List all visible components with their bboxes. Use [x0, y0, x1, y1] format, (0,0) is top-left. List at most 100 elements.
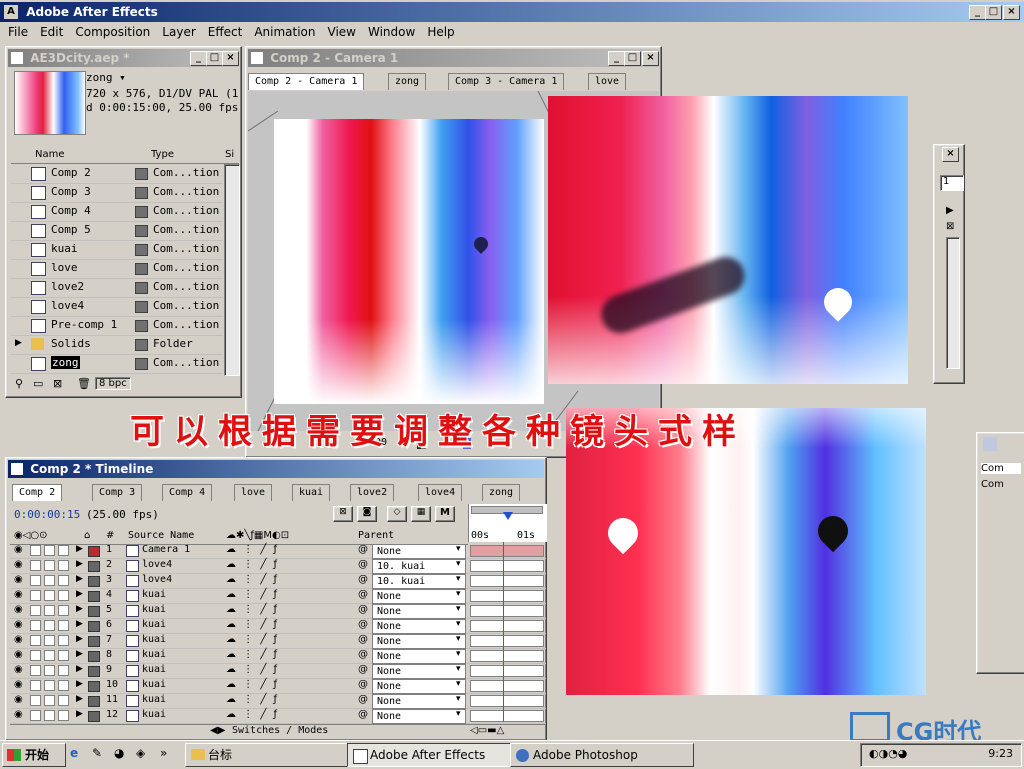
- expand-triangle-icon[interactable]: ▶: [76, 679, 83, 689]
- project-minimize-button[interactable]: _: [190, 51, 207, 66]
- audio-toggle[interactable]: [30, 680, 41, 691]
- project-scrollbar[interactable]: [224, 164, 240, 376]
- layer-row[interactable]: ◉ ▶ 8 kuai ☁ ⋮ ╱ ƒ @ None ▾: [10, 649, 546, 664]
- layer-row[interactable]: ◉ ▶ 1 Camera 1 ☁ ⋮ ╱ ƒ @ None ▾: [10, 544, 546, 559]
- audio-toggle[interactable]: [30, 545, 41, 556]
- audio-toggle[interactable]: [30, 605, 41, 616]
- audio-toggle[interactable]: [30, 650, 41, 661]
- bpc-toggle[interactable]: 8 bpc: [95, 377, 131, 390]
- frame-blend-icon[interactable]: ▦: [411, 506, 431, 522]
- parent-select[interactable]: None: [372, 634, 466, 649]
- switch-icons[interactable]: ☁ ⋮ ╱ ƒ: [226, 679, 279, 690]
- layer-duration-bar[interactable]: [470, 665, 544, 677]
- switch-icons[interactable]: ☁ ⋮ ╱ ƒ: [226, 649, 279, 660]
- layer-duration-bar[interactable]: [470, 695, 544, 707]
- eye-icon[interactable]: ◉: [14, 664, 23, 675]
- expand-triangle-icon[interactable]: ▶: [76, 589, 83, 599]
- menu-help[interactable]: Help: [421, 22, 460, 42]
- lock-toggle[interactable]: [58, 635, 69, 646]
- timeline-tab[interactable]: love: [234, 484, 273, 501]
- motion-blur-icon[interactable]: M: [435, 506, 455, 522]
- timeline-tab[interactable]: zong: [482, 484, 521, 501]
- side-close-button[interactable]: ×: [942, 147, 959, 162]
- layer-source-name[interactable]: kuai: [142, 709, 166, 720]
- viewer-tab[interactable]: Comp 3 - Camera 1: [448, 73, 565, 90]
- layer-duration-bar[interactable]: [470, 560, 544, 572]
- eye-icon[interactable]: ◉: [14, 589, 23, 600]
- timeline-tab[interactable]: love2: [350, 484, 395, 501]
- layer-source-name[interactable]: kuai: [142, 649, 166, 660]
- timeline-tab[interactable]: Comp 2: [12, 484, 63, 501]
- parent-pickwhip-icon[interactable]: @: [358, 559, 368, 570]
- lock-toggle[interactable]: [58, 590, 69, 601]
- quicklaunch-qq-icon[interactable]: ◕: [114, 741, 124, 765]
- layer-row[interactable]: ◉ ▶ 5 kuai ☁ ⋮ ╱ ƒ @ None ▾: [10, 604, 546, 619]
- layer-label-color[interactable]: [88, 681, 100, 692]
- parent-dropdown-icon[interactable]: ▾: [456, 619, 461, 629]
- solo-toggle[interactable]: [44, 620, 55, 631]
- expand-panel-icon[interactable]: ◀▶: [210, 725, 225, 736]
- parent-select[interactable]: 10. kuai: [372, 574, 466, 589]
- lock-toggle[interactable]: [58, 650, 69, 661]
- expand-triangle-icon[interactable]: ▶: [76, 544, 83, 554]
- solo-toggle[interactable]: [44, 710, 55, 721]
- parent-select[interactable]: None: [372, 604, 466, 619]
- layer-source-name[interactable]: kuai: [142, 634, 166, 645]
- source-name-header[interactable]: Source Name: [128, 530, 194, 541]
- parent-column-header[interactable]: Parent: [358, 530, 394, 541]
- parent-pickwhip-icon[interactable]: @: [358, 544, 368, 555]
- switch-icons[interactable]: ☁ ⋮ ╱ ƒ: [226, 544, 279, 555]
- switches-modes-toggle[interactable]: Switches / Modes: [232, 725, 328, 736]
- project-item[interactable]: kuai Com...tion: [11, 240, 223, 260]
- quicklaunch-ie-icon[interactable]: e: [70, 741, 78, 765]
- parent-dropdown-icon[interactable]: ▾: [456, 544, 461, 554]
- timeline-tab[interactable]: kuai: [292, 484, 331, 501]
- layer-row[interactable]: ◉ ▶ 3 love4 ☁ ⋮ ╱ ƒ @10. kuai ▾: [10, 574, 546, 589]
- menu-layer[interactable]: Layer: [156, 22, 201, 42]
- parent-select[interactable]: None: [372, 649, 466, 664]
- project-maximize-button[interactable]: □: [206, 51, 223, 66]
- expand-triangle-icon[interactable]: ▶: [15, 338, 22, 348]
- expand-triangle-icon[interactable]: ▶: [76, 634, 83, 644]
- solo-toggle[interactable]: [44, 560, 55, 571]
- layer-row[interactable]: ◉ ▶ 12 kuai ☁ ⋮ ╱ ƒ @ None ▾: [10, 709, 546, 724]
- audio-toggle[interactable]: [30, 635, 41, 646]
- quicklaunch-edit-icon[interactable]: ✎: [92, 741, 102, 765]
- menu-composition[interactable]: Composition: [69, 22, 156, 42]
- expand-triangle-icon[interactable]: ▶: [76, 664, 83, 674]
- quicklaunch-more-icon[interactable]: »: [160, 741, 167, 765]
- time-ruler[interactable]: 00s 01s: [468, 504, 547, 542]
- camera-switch-icon[interactable]: ◙: [357, 506, 377, 522]
- project-item[interactable]: love2 Com...tion: [11, 278, 223, 298]
- layer-source-name[interactable]: kuai: [142, 589, 166, 600]
- comp-flowchart-icon[interactable]: ⊠: [333, 506, 353, 522]
- taskbar-ae-button[interactable]: Adobe After Effects: [347, 743, 526, 767]
- parent-pickwhip-icon[interactable]: @: [358, 694, 368, 705]
- name-column-header[interactable]: Name: [35, 149, 65, 160]
- parent-dropdown-icon[interactable]: ▾: [456, 664, 461, 674]
- parent-select[interactable]: None: [372, 694, 466, 709]
- lock-toggle[interactable]: [58, 710, 69, 721]
- layer-label-color[interactable]: [88, 591, 100, 602]
- eye-icon[interactable]: ◉: [14, 679, 23, 690]
- layer-source-name[interactable]: kuai: [142, 694, 166, 705]
- side-arrow-icon[interactable]: ▶: [946, 205, 954, 216]
- maximize-button[interactable]: □: [985, 5, 1002, 20]
- eye-icon[interactable]: ◉: [14, 604, 23, 615]
- eye-icon[interactable]: ◉: [14, 559, 23, 570]
- parent-select[interactable]: None: [372, 544, 466, 559]
- find-icon[interactable]: ⚲: [15, 377, 23, 390]
- taskbar-folder-button[interactable]: 台标: [185, 743, 359, 767]
- parent-pickwhip-icon[interactable]: @: [358, 604, 368, 615]
- quicklaunch-app-icon[interactable]: ◈: [136, 741, 145, 765]
- audio-toggle[interactable]: [30, 590, 41, 601]
- audio-toggle[interactable]: [30, 560, 41, 571]
- layer-source-name[interactable]: love4: [142, 559, 172, 570]
- layer-row[interactable]: ◉ ▶ 2 love4 ☁ ⋮ ╱ ƒ @10. kuai ▾: [10, 559, 546, 574]
- layer-label-color[interactable]: [88, 576, 100, 587]
- switch-icons[interactable]: ☁ ⋮ ╱ ƒ: [226, 709, 279, 720]
- layer-label-color[interactable]: [88, 621, 100, 632]
- solo-toggle[interactable]: [44, 545, 55, 556]
- layer-label-color[interactable]: [88, 636, 100, 647]
- layer-label-color[interactable]: [88, 666, 100, 677]
